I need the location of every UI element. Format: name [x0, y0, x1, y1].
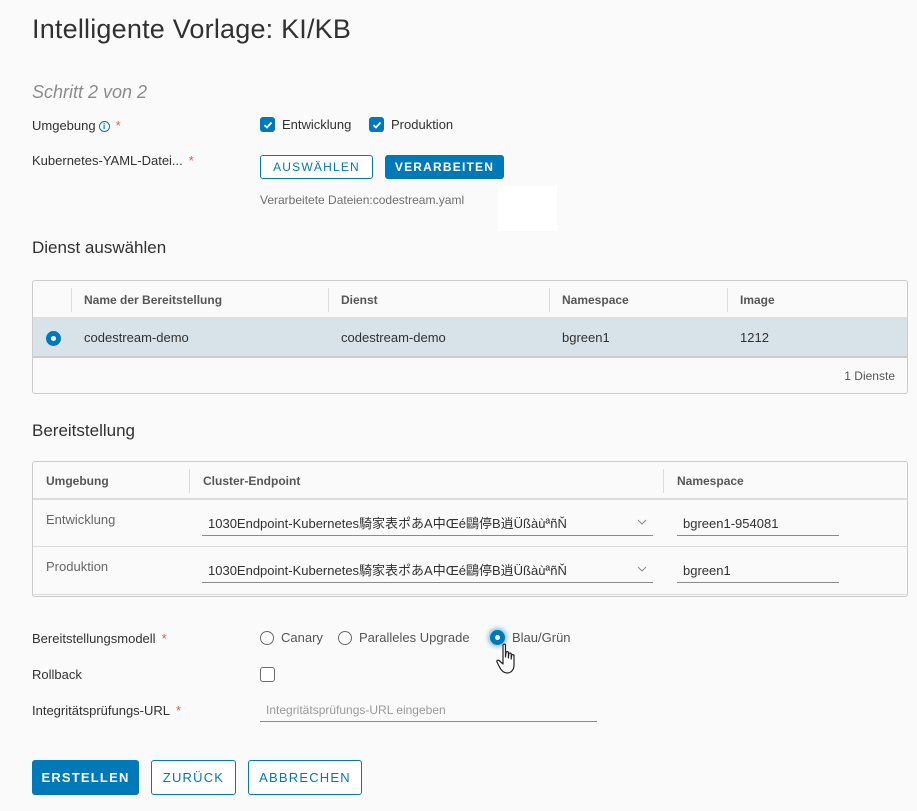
- required-marker: *: [115, 118, 121, 133]
- checkbox-label: Entwicklung: [282, 117, 352, 132]
- hand-cursor-icon: [496, 643, 515, 674]
- table-row: Produktion 1030Endpoint-Kubernetes騎家表ポあA…: [33, 548, 907, 595]
- chevron-down-icon: [637, 519, 647, 525]
- table-row[interactable]: codestream-demo codestream-demo bgreen1 …: [33, 319, 907, 358]
- radio-label: Canary: [281, 630, 323, 645]
- blank-area: [498, 186, 557, 231]
- cell-environment: Entwicklung: [46, 512, 116, 527]
- required-marker: *: [161, 631, 167, 646]
- endpoint-select-value: 1030Endpoint-Kubernetes騎家表ポあA中Œé鷗停B逍Üßàù…: [208, 563, 567, 578]
- deployment-grid: Umgebung Cluster-Endpoint Namespace Entw…: [32, 461, 908, 597]
- process-button[interactable]: VERARBEITEN: [385, 155, 504, 179]
- deployment-section-title: Bereitstellung: [32, 421, 136, 440]
- cell-namespace: bgreen1: [562, 330, 610, 345]
- endpoint-select[interactable]: 1030Endpoint-Kubernetes騎家表ポあA中Œé鷗停B逍Üßàù…: [202, 561, 653, 583]
- back-button[interactable]: ZURÜCK: [151, 760, 236, 795]
- radio-label: Paralleles Upgrade: [359, 630, 470, 645]
- column-header-image[interactable]: Image: [740, 281, 775, 319]
- select-file-button[interactable]: AUSWÄHLEN: [260, 155, 373, 179]
- column-separator: [549, 288, 550, 312]
- endpoint-select-value: 1030Endpoint-Kubernetes騎家表ポあA中Œé鷗停B逍Üßàù…: [208, 516, 567, 531]
- rollback-checkbox[interactable]: [260, 667, 275, 682]
- info-icon[interactable]: i: [98, 121, 110, 133]
- rollback-label: Rollback: [32, 667, 82, 682]
- row-radio-selected[interactable]: [46, 331, 61, 346]
- column-separator: [663, 469, 664, 493]
- column-header-environment: Umgebung: [46, 474, 109, 488]
- radio-parallel-upgrade[interactable]: Paralleles Upgrade: [338, 630, 470, 645]
- column-header-service[interactable]: Dienst: [341, 281, 378, 319]
- create-button[interactable]: ERSTELLEN: [32, 760, 139, 795]
- column-header-namespace: Namespace: [677, 474, 744, 488]
- checkbox-checked-icon[interactable]: [260, 117, 275, 132]
- namespace-input[interactable]: bgreen1: [677, 561, 839, 583]
- model-label: Bereitstellungsmodell *: [32, 631, 167, 646]
- required-marker: *: [176, 703, 182, 718]
- health-url-label: Integritätsprüfungs-URL *: [32, 703, 181, 718]
- health-url-input[interactable]: Integritätsprüfungs-URL eingeben: [260, 700, 597, 722]
- radio-icon[interactable]: [338, 630, 352, 645]
- column-header-deployment[interactable]: Name der Bereitstellung: [84, 281, 222, 319]
- table-row: Entwicklung 1030Endpoint-Kubernetes騎家表ポあ…: [33, 500, 907, 547]
- checkbox-label: Produktion: [391, 117, 454, 132]
- processed-files-text: Verarbeitete Dateien:codestream.yaml: [260, 193, 465, 207]
- checkbox-checked-icon[interactable]: [369, 117, 384, 132]
- service-grid-header: Name der Bereitstellung Dienst Namespace…: [33, 281, 907, 319]
- cell-image: 1212: [740, 330, 769, 345]
- column-header-endpoint: Cluster-Endpoint: [203, 474, 301, 488]
- service-count: 1 Dienste: [844, 369, 895, 383]
- cell-deployment: codestream-demo: [84, 330, 189, 345]
- radio-icon[interactable]: [260, 630, 274, 645]
- checkbox-entwicklung[interactable]: Entwicklung: [260, 117, 351, 132]
- service-grid: Name der Bereitstellung Dienst Namespace…: [32, 280, 908, 394]
- step-indicator: Schritt 2 von 2: [32, 82, 148, 102]
- health-url-placeholder: Integritätsprüfungs-URL eingeben: [266, 703, 446, 717]
- environment-label: Umgebung i *: [32, 118, 121, 133]
- yaml-label-text: Kubernetes-YAML-Datei...: [32, 153, 183, 168]
- radio-label: Blau/Grün: [512, 630, 571, 645]
- page-title: Intelligente Vorlage: KI/KB: [32, 14, 352, 44]
- environment-label-text: Umgebung: [32, 118, 96, 133]
- radio-canary[interactable]: Canary: [260, 630, 323, 645]
- yaml-label: Kubernetes-YAML-Datei... *: [32, 153, 194, 168]
- chevron-down-icon: [637, 566, 647, 572]
- column-header-namespace[interactable]: Namespace: [562, 281, 629, 319]
- column-separator: [727, 288, 728, 312]
- cancel-button[interactable]: ABBRECHEN: [248, 760, 362, 795]
- health-url-label-text: Integritätsprüfungs-URL: [32, 703, 171, 718]
- column-separator: [189, 469, 190, 493]
- cell-service: codestream-demo: [341, 330, 446, 345]
- column-separator: [71, 288, 72, 312]
- checkbox-produktion[interactable]: Produktion: [369, 117, 453, 132]
- model-label-text: Bereitstellungsmodell: [32, 631, 156, 646]
- namespace-input[interactable]: bgreen1-954081: [677, 514, 839, 536]
- service-section-title: Dienst auswählen: [32, 238, 167, 257]
- column-separator: [328, 288, 329, 312]
- required-marker: *: [188, 153, 194, 168]
- cell-environment: Produktion: [46, 559, 109, 574]
- endpoint-select[interactable]: 1030Endpoint-Kubernetes騎家表ポあA中Œé鷗停B逍Üßàù…: [202, 514, 653, 536]
- deployment-grid-header: Umgebung Cluster-Endpoint Namespace: [33, 462, 907, 500]
